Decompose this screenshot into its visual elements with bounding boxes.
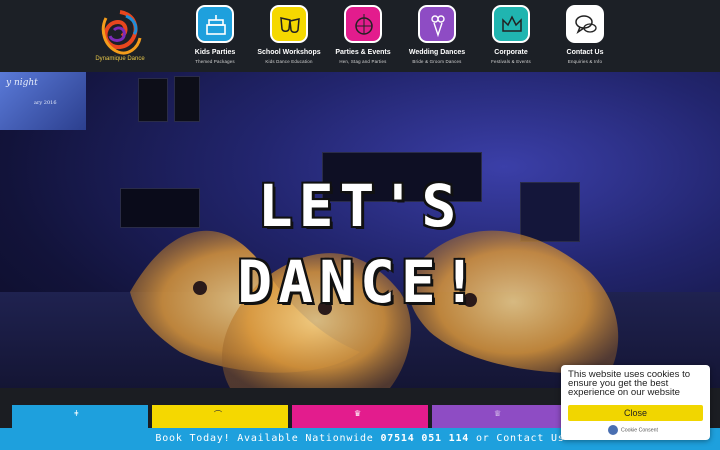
nav-label: Kids Parties (194, 49, 236, 56)
service-card-kids[interactable]: ǂ (12, 405, 148, 428)
cookie-consent-brand[interactable]: Cookie Consent (608, 425, 658, 435)
cookie-message: This website uses cookies to ensure you … (568, 369, 691, 398)
service-card-school[interactable]: ⌒ (152, 405, 288, 428)
projector-screen: y night ary 2016 (0, 72, 86, 130)
screen-text-date: ary 2016 (34, 100, 57, 106)
crown-icon: ♛ (354, 409, 362, 418)
hero-title-line1: LET'S (257, 172, 463, 240)
speaker (174, 76, 200, 122)
service-card-parties[interactable]: ♛ (292, 405, 428, 428)
nav-item-parties-events[interactable]: Parties & Events Hen, Stag and Parties (326, 4, 400, 70)
hero-banner: y night ary 2016 LET'S DANCE! (0, 72, 720, 388)
nav-sublabel: Themed Packages (195, 59, 235, 64)
nav-sublabel: Bride & Groom Dances (412, 59, 462, 64)
cookie-brand-label: Cookie Consent (621, 427, 658, 434)
main-nav: Kids Parties Themed Packages School Work… (178, 4, 618, 70)
nav-sublabel: Kids Dance Education (265, 59, 313, 64)
nav-label: Contact Us (566, 49, 604, 56)
nav-item-contact-us[interactable]: Contact Us Enquiries & Info (548, 4, 622, 70)
ring-icon: ♕ (494, 409, 502, 418)
cake-icon: ǂ (74, 409, 79, 418)
screen-text: y night (6, 78, 38, 88)
disco-ball-icon (344, 5, 382, 43)
theatre-masks-icon (270, 5, 308, 43)
cookie-close-button[interactable]: Close (568, 405, 703, 421)
birthday-cake-icon (196, 5, 234, 43)
cookie-consent-popup: This website uses cookies to ensure you … (561, 365, 710, 440)
nav-item-wedding-dances[interactable]: Wedding Dances Bride & Groom Dances (400, 4, 474, 70)
nav-sublabel: Enquiries & Info (567, 59, 603, 64)
page: Dynamique Dance Kids Parties Themed Pack… (0, 0, 720, 450)
nav-sublabel: Festivals & Events (491, 59, 531, 64)
nav-item-kids-parties[interactable]: Kids Parties Themed Packages (178, 4, 252, 70)
cookie-consent-logo-icon (608, 425, 618, 435)
phone-number-link[interactable]: 07514 051 114 (380, 433, 469, 444)
nav-label: Parties & Events (335, 49, 391, 56)
service-card-wedding[interactable]: ♕ (432, 405, 568, 428)
logo-swirl-icon (101, 10, 142, 55)
logo-text: Dynamique Dance (95, 56, 145, 62)
hero-title-line2: DANCE! (237, 248, 483, 316)
site-logo[interactable]: Dynamique Dance (92, 8, 148, 66)
speech-bubbles-icon (566, 5, 604, 43)
site-header: Dynamique Dance Kids Parties Themed Pack… (0, 0, 720, 72)
nav-sublabel: Hen, Stag and Parties (339, 59, 387, 64)
contact-us-link[interactable]: or Contact Us (469, 433, 565, 444)
nav-label: Corporate (494, 49, 528, 56)
speaker (138, 78, 168, 122)
hero-title: LET'S DANCE! (0, 168, 720, 320)
nav-label: Wedding Dances (408, 49, 466, 56)
nav-label: School Workshops (257, 49, 321, 56)
crown-icon (492, 5, 530, 43)
booking-bar-prefix: Book Today! Available Nationwide (155, 433, 381, 444)
mask-icon: ⌒ (214, 410, 222, 419)
nav-item-school-workshops[interactable]: School Workshops Kids Dance Education (252, 4, 326, 70)
bouquet-icon (418, 5, 456, 43)
nav-item-corporate[interactable]: Corporate Festivals & Events (474, 4, 548, 70)
